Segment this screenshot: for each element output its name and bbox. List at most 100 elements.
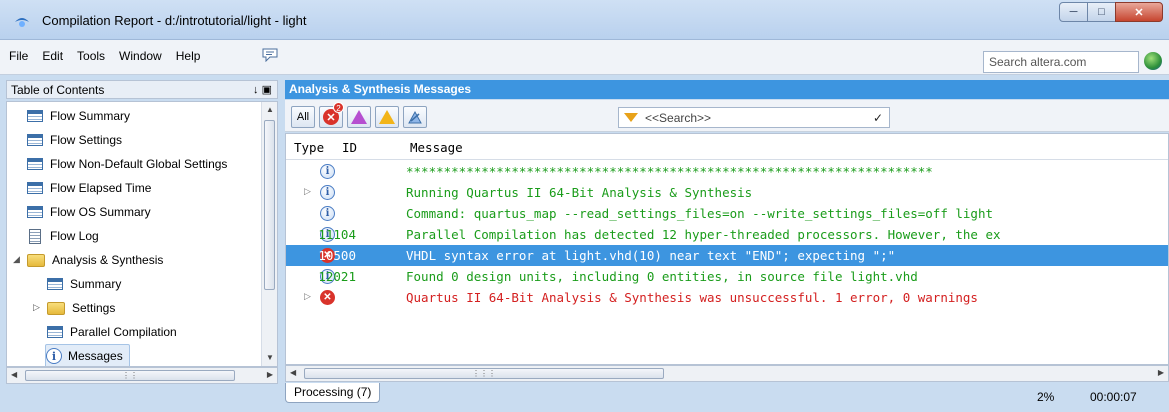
toc-item-parallel-compilation[interactable]: Parallel Compilation (47, 320, 177, 344)
scroll-right-icon[interactable]: ▶ (267, 370, 273, 379)
menu-window[interactable]: Window (119, 49, 162, 63)
info-icon: i (320, 185, 335, 200)
toc-item-analysis-synthesis[interactable]: Analysis & Synthesis (27, 248, 163, 272)
toc-item-settings[interactable]: Settings (47, 296, 115, 320)
toc-item-label: Flow OS Summary (50, 205, 151, 219)
table-row[interactable]: i 11104 Parallel Compilation has detecte… (286, 224, 1168, 245)
message-text: Running Quartus II 64-Bit Analysis & Syn… (406, 185, 753, 200)
menu-file[interactable]: File (9, 49, 28, 63)
close-icon: ✕ (1134, 6, 1144, 19)
toc-item-flow-os-summary[interactable]: Flow OS Summary (27, 200, 151, 224)
close-button[interactable]: ✕ (1115, 2, 1163, 22)
message-text: Parallel Compilation has detected 12 hyp… (406, 227, 1001, 242)
column-id[interactable]: ID (342, 140, 357, 155)
scroll-thumb[interactable]: ⋮⋮⋮ (304, 368, 664, 379)
globe-icon[interactable] (1144, 52, 1162, 70)
folder-icon (47, 301, 65, 315)
table-icon (47, 326, 63, 338)
toc-item-label: Messages (68, 349, 123, 363)
table-row[interactable]: ▷ ✕ Quartus II 64-Bit Analysis & Synthes… (286, 287, 1168, 308)
message-id: 10500 (318, 248, 356, 263)
toc-item-label: Flow Settings (50, 133, 123, 147)
table-row-selected[interactable]: ✕ 10500 VHDL syntax error at light.vhd(1… (286, 245, 1168, 266)
column-type[interactable]: Type (294, 140, 324, 155)
messages-table: Type ID Message i **********************… (285, 133, 1169, 365)
messages-horizontal-scrollbar[interactable]: ◀ ⋮⋮⋮ ▶ (285, 365, 1169, 382)
warning-filter-button[interactable] (375, 106, 399, 128)
menu-help[interactable]: Help (176, 49, 201, 63)
info-icon: i (320, 206, 335, 221)
scroll-left-icon[interactable]: ◀ (290, 368, 296, 377)
scroll-thumb[interactable] (264, 120, 275, 290)
scroll-thumb[interactable]: ⋮⋮ (25, 370, 235, 381)
toc-item-flow-log[interactable]: Flow Log (29, 224, 99, 248)
table-icon (27, 158, 43, 170)
menu-edit[interactable]: Edit (42, 49, 63, 63)
messages-panel-title: Analysis & Synthesis Messages (285, 80, 1169, 99)
critical-warning-icon (351, 110, 367, 124)
message-text: Quartus II 64-Bit Analysis & Synthesis w… (406, 290, 978, 305)
show-all-button[interactable]: All (291, 106, 315, 128)
scroll-right-icon[interactable]: ▶ (1158, 368, 1164, 377)
toc-vertical-scrollbar[interactable]: ▲ ▼ (261, 102, 277, 366)
message-text: Command: quartus_map --read_settings_fil… (406, 206, 993, 221)
suppressed-filter-button[interactable] (403, 106, 427, 128)
expand-arrow-icon[interactable]: ▷ (33, 302, 40, 313)
menu-tools[interactable]: Tools (77, 49, 105, 63)
toc-item-flow-summary[interactable]: Flow Summary (27, 104, 130, 128)
maximize-button[interactable]: □ (1087, 2, 1116, 22)
collapse-arrow-icon[interactable]: ◢ (13, 254, 20, 265)
search-placeholder: <<Search>> (645, 110, 712, 125)
title-bar: Compilation Report - d:/introtutorial/li… (0, 0, 1169, 40)
message-id: 12021 (318, 269, 356, 284)
table-row[interactable]: i 12021 Found 0 design units, including … (286, 266, 1168, 287)
toc-item-label: Flow Summary (50, 109, 131, 123)
toc-item-flow-settings[interactable]: Flow Settings (27, 128, 122, 152)
table-row[interactable]: i Command: quartus_map --read_settings_f… (286, 203, 1168, 224)
column-message[interactable]: Message (410, 140, 463, 155)
toc-item-label: Summary (70, 277, 122, 291)
window-title: Compilation Report - d:/introtutorial/li… (42, 13, 307, 28)
toc-tree: Flow Summary Flow Settings Flow Non-Defa… (6, 101, 278, 367)
expand-arrow-icon[interactable]: ▷ (304, 291, 311, 302)
table-row[interactable]: i **************************************… (286, 161, 1168, 182)
info-icon: i (46, 348, 62, 364)
toc-item-label: Flow Log (50, 229, 99, 243)
message-search-dropdown[interactable]: <<Search>> ✓ (618, 107, 890, 128)
scroll-down-icon[interactable]: ▼ (262, 350, 277, 366)
error-icon: ✕ (320, 290, 335, 305)
progress-percent: 2% (1037, 390, 1055, 404)
quartus-app-icon (15, 18, 29, 27)
chevron-down-icon[interactable]: ✓ (873, 111, 883, 125)
all-label: All (296, 111, 310, 123)
toc-item-summary[interactable]: Summary (47, 272, 121, 296)
toc-item-label: Flow Elapsed Time (50, 181, 152, 195)
folder-open-icon (27, 253, 45, 267)
scroll-up-icon[interactable]: ▲ (262, 102, 277, 118)
toc-item-flow-non-default-settings[interactable]: Flow Non-Default Global Settings (27, 152, 227, 176)
toc-header: Table of Contents ↓ ▣ (6, 80, 278, 99)
error-count-badge: 2 (333, 102, 344, 113)
search-input[interactable]: Search altera.com (983, 51, 1139, 73)
toc-item-label: Settings (72, 301, 116, 315)
toc-item-messages[interactable]: i Messages (45, 344, 130, 366)
feedback-icon[interactable] (262, 48, 278, 62)
messages-toolbar: All ✕ 2 <<Search>> ✓ (285, 100, 1169, 132)
toc-horizontal-scrollbar[interactable]: ◀ ⋮⋮ ▶ (6, 367, 278, 384)
table-row[interactable]: ▷ i Running Quartus II 64-Bit Analysis &… (286, 182, 1168, 203)
table-icon (27, 134, 43, 146)
warning-icon (379, 110, 395, 124)
table-header: Type ID Message (286, 134, 1168, 160)
toc-item-label: Parallel Compilation (70, 325, 177, 339)
toc-item-flow-elapsed-time[interactable]: Flow Elapsed Time (27, 176, 151, 200)
expand-arrow-icon[interactable]: ▷ (304, 186, 311, 197)
pin-icon[interactable]: ↓ ▣ (253, 83, 272, 96)
suppressed-message-icon (408, 110, 422, 124)
minimize-button[interactable]: ─ (1059, 2, 1088, 22)
scroll-left-icon[interactable]: ◀ (11, 370, 17, 379)
filter-icon (624, 113, 638, 122)
info-icon: i (320, 164, 335, 179)
table-icon (27, 206, 43, 218)
critical-warning-filter-button[interactable] (347, 106, 371, 128)
error-filter-button[interactable]: ✕ 2 (319, 102, 344, 128)
